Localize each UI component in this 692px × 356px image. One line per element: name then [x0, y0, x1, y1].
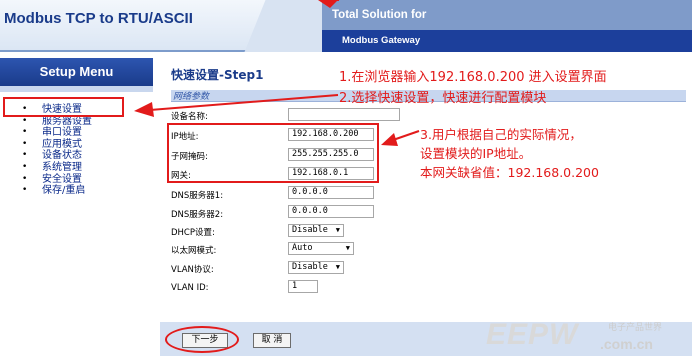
watermark-domain: .com.cn — [600, 336, 653, 352]
watermark-subtitle: 电子产品世界 — [608, 323, 663, 333]
annotation-arrows — [134, 0, 420, 146]
arrow-head-icon — [381, 133, 398, 146]
arrow-line — [392, 130, 420, 141]
watermark-logo: EEPW — [486, 318, 579, 351]
arrow-line — [149, 94, 339, 111]
arrow-head-icon — [318, 0, 338, 8]
arrow-head-icon — [134, 102, 154, 117]
